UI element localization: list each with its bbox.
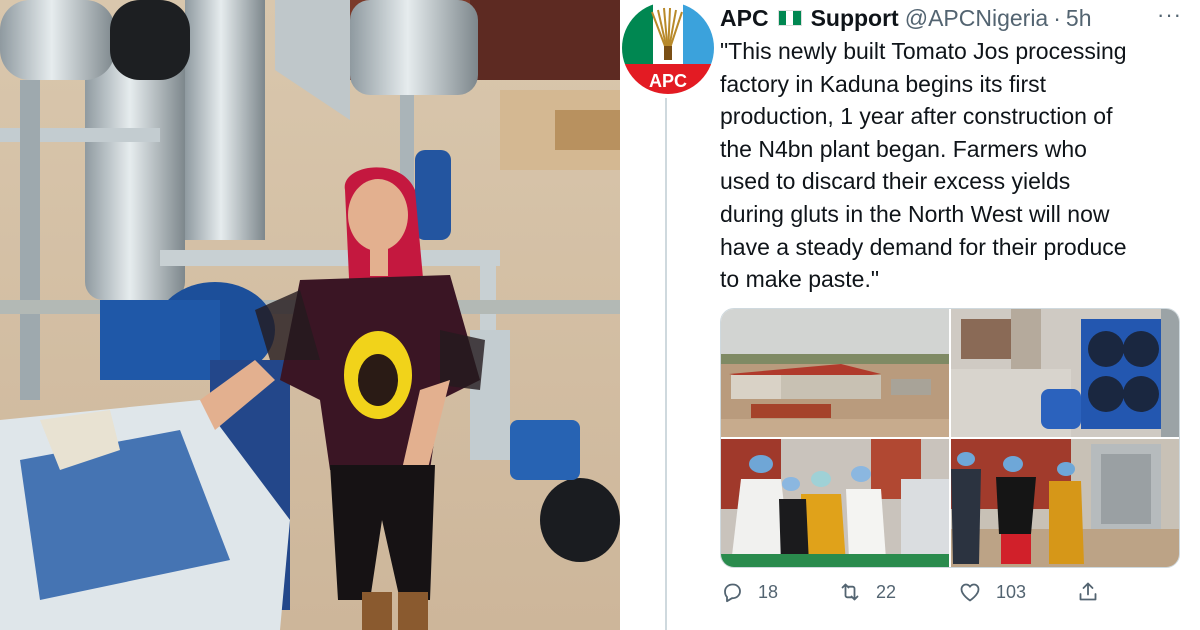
apc-avatar[interactable]: APC	[622, 2, 714, 94]
tweet-text: "This newly built Tomato Jos processing …	[720, 38, 1127, 293]
tweet-card: APC APC Support @APCNigeria · 5h ··· "Th…	[620, 0, 1200, 630]
more-options-icon[interactable]: ···	[1157, 2, 1182, 28]
separator-dot: ·	[1053, 4, 1061, 31]
factory-photo-illustration	[0, 0, 620, 630]
tweet-time[interactable]: 5h	[1066, 5, 1092, 32]
display-name-suffix[interactable]: Support	[811, 5, 899, 32]
share-icon	[1079, 582, 1097, 601]
reply-count: 18	[758, 581, 779, 602]
blue-machinery-photo[interactable]	[951, 309, 1179, 437]
tweet-header: APC Support @APCNigeria · 5h	[720, 4, 1092, 32]
like-count: 103	[996, 581, 1027, 602]
factory-tour-illustration	[951, 439, 1179, 567]
retweet-icon	[841, 583, 859, 601]
retweet-count: 22	[876, 581, 897, 602]
retweet-button[interactable]: 22	[838, 580, 896, 604]
tweet-actions: 18 22 103	[720, 580, 1120, 610]
apc-logo-icon: APC	[622, 2, 714, 94]
avatar-label: APC	[649, 71, 687, 91]
share-button[interactable]	[1076, 580, 1100, 604]
display-name[interactable]: APC	[720, 5, 769, 32]
reply-icon	[724, 583, 741, 603]
user-handle[interactable]: @APCNigeria	[905, 5, 1049, 32]
nigeria-flag-icon	[777, 10, 802, 26]
factory-aerial-photo[interactable]	[721, 309, 949, 437]
media-grid	[720, 308, 1180, 568]
factory-aerial-illustration	[721, 309, 949, 437]
thread-line	[665, 98, 667, 630]
like-button[interactable]: 103	[958, 580, 1026, 604]
blue-machinery-illustration	[951, 309, 1179, 437]
factory-tour-photo[interactable]	[951, 439, 1179, 567]
factory-photo	[0, 0, 620, 630]
reply-button[interactable]: 18	[720, 580, 778, 604]
visitors-group-illustration	[721, 439, 949, 567]
visitors-group-photo[interactable]	[721, 439, 949, 567]
like-icon	[960, 583, 980, 602]
